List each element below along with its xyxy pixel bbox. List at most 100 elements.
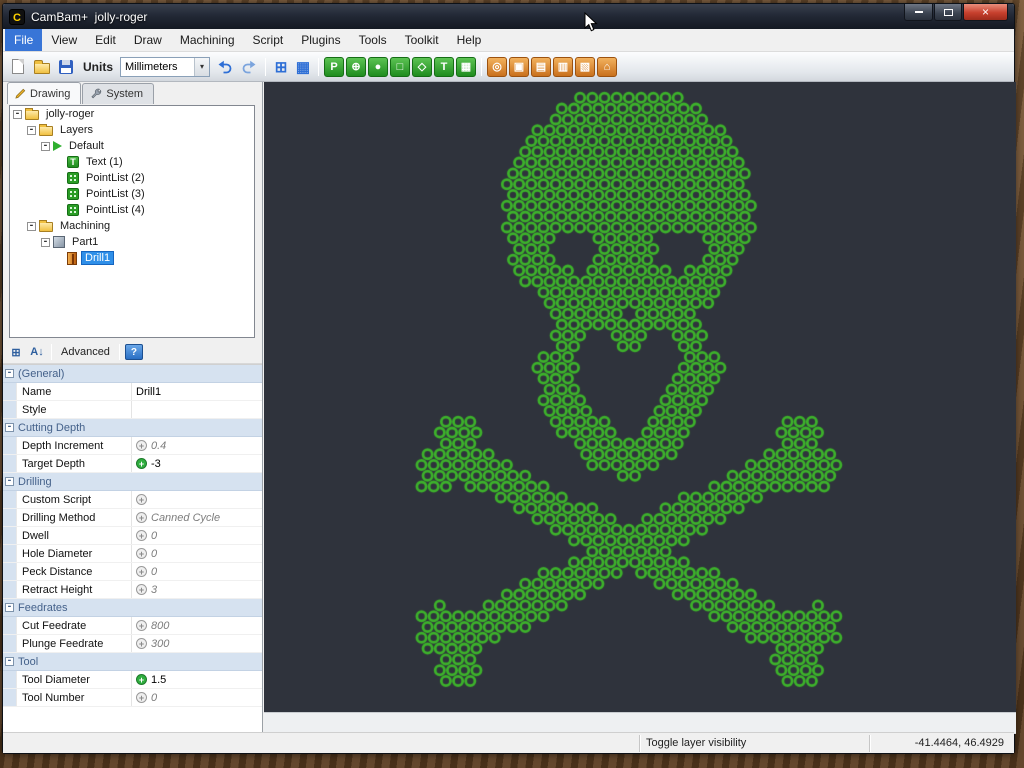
undo-button[interactable] xyxy=(214,56,236,78)
maximize-button[interactable] xyxy=(934,4,962,21)
menu-edit[interactable]: Edit xyxy=(86,29,125,51)
drawing-viewport[interactable] xyxy=(264,82,1016,712)
tree-item-machining[interactable]: -Machining xyxy=(10,218,254,234)
menu-draw[interactable]: Draw xyxy=(125,29,171,51)
new-file-button[interactable] xyxy=(7,56,29,78)
expand-collapse-icon[interactable]: - xyxy=(5,423,14,432)
property-value[interactable]: + xyxy=(132,494,262,505)
draw-surface-button[interactable]: ▦ xyxy=(456,57,476,77)
value-default-icon[interactable]: + xyxy=(136,548,147,559)
property-row-dwell[interactable]: Dwell+0 xyxy=(3,527,262,545)
property-row-plunge-feedrate[interactable]: Plunge Feedrate+300 xyxy=(3,635,262,653)
tree-item-default[interactable]: -Default xyxy=(10,138,254,154)
tree-item-pointlist-4-[interactable]: PointList (4) xyxy=(10,202,254,218)
property-category-cutting-depth[interactable]: -Cutting Depth xyxy=(3,419,262,437)
save-file-button[interactable] xyxy=(55,56,77,78)
open-file-button[interactable] xyxy=(31,56,53,78)
value-default-icon[interactable]: + xyxy=(136,494,147,505)
draw-polyline-button[interactable]: ◇ xyxy=(412,57,432,77)
property-value[interactable]: +0 xyxy=(132,548,262,560)
property-category-feedrates[interactable]: -Feedrates xyxy=(3,599,262,617)
draw-point-button[interactable]: ● xyxy=(368,57,388,77)
property-row-drilling-method[interactable]: Drilling Method+Canned Cycle xyxy=(3,509,262,527)
property-value[interactable]: +3 xyxy=(132,584,262,596)
tree-item-text-1-[interactable]: TText (1) xyxy=(10,154,254,170)
close-button[interactable]: × xyxy=(963,4,1008,21)
property-row-tool-diameter[interactable]: Tool Diameter+1.5 xyxy=(3,671,262,689)
expand-collapse-icon[interactable]: - xyxy=(13,110,22,119)
expand-collapse-icon[interactable]: - xyxy=(5,477,14,486)
tree-item-pointlist-2-[interactable]: PointList (2) xyxy=(10,170,254,186)
property-row-name[interactable]: NameDrill1 xyxy=(3,383,262,401)
mach-pocket-button[interactable]: ◎ xyxy=(487,57,507,77)
draw-rect-button[interactable]: □ xyxy=(390,57,410,77)
tree-item-drill1[interactable]: Drill1 xyxy=(10,250,254,266)
tree-item-layers[interactable]: -Layers xyxy=(10,122,254,138)
property-value[interactable]: +300 xyxy=(132,638,262,650)
property-value[interactable]: +0 xyxy=(132,566,262,578)
title-bar[interactable]: C CamBam+ jolly-roger × xyxy=(3,4,1014,29)
expand-collapse-icon[interactable]: - xyxy=(5,657,14,666)
menu-help[interactable]: Help xyxy=(448,29,491,51)
tree-item-jolly-roger[interactable]: -jolly-roger xyxy=(10,106,254,122)
snap-grid-button[interactable]: ▦ xyxy=(293,57,313,77)
property-value[interactable]: +0.4 xyxy=(132,440,262,452)
menu-tools[interactable]: Tools xyxy=(350,29,396,51)
property-value[interactable]: Drill1 xyxy=(132,386,262,398)
draw-text-button[interactable]: T xyxy=(434,57,454,77)
help-button[interactable]: ? xyxy=(125,344,143,360)
menu-view[interactable]: View xyxy=(42,29,86,51)
property-row-tool-number[interactable]: Tool Number+0 xyxy=(3,689,262,707)
value-default-icon[interactable]: + xyxy=(136,512,147,523)
value-default-icon[interactable]: + xyxy=(136,692,147,703)
units-dropdown[interactable]: Millimeters ▾ xyxy=(120,57,210,77)
value-default-icon[interactable]: + xyxy=(136,530,147,541)
property-value[interactable]: +Canned Cycle xyxy=(132,512,262,524)
property-row-depth-increment[interactable]: Depth Increment+0.4 xyxy=(3,437,262,455)
mach-drill-button[interactable]: ▥ xyxy=(553,57,573,77)
property-row-retract-height[interactable]: Retract Height+3 xyxy=(3,581,262,599)
expand-collapse-icon[interactable]: - xyxy=(41,238,50,247)
property-value[interactable]: +800 xyxy=(132,620,262,632)
mach-profile-button[interactable]: ▣ xyxy=(509,57,529,77)
property-value[interactable]: +-3 xyxy=(132,458,262,470)
expand-collapse-icon[interactable]: - xyxy=(5,603,14,612)
menu-script[interactable]: Script xyxy=(244,29,293,51)
view-grid-button[interactable]: ⊞ xyxy=(271,57,291,77)
property-value[interactable]: +1.5 xyxy=(132,674,262,686)
value-default-icon[interactable]: + xyxy=(136,584,147,595)
property-row-target-depth[interactable]: Target Depth+-3 xyxy=(3,455,262,473)
property-row-style[interactable]: Style xyxy=(3,401,262,419)
draw-pointlist-button[interactable]: P xyxy=(324,57,344,77)
tree-item-part1[interactable]: -Part1 xyxy=(10,234,254,250)
value-default-icon[interactable]: + xyxy=(136,638,147,649)
sort-categorized-button[interactable]: ⊞ xyxy=(7,343,25,361)
mach-part-button[interactable]: ⌂ xyxy=(597,57,617,77)
property-category-drilling[interactable]: -Drilling xyxy=(3,473,262,491)
mach-engrave-button[interactable]: ▤ xyxy=(531,57,551,77)
value-default-icon[interactable]: + xyxy=(136,440,147,451)
menu-file[interactable]: File xyxy=(5,29,42,51)
draw-circle-button[interactable]: ⊕ xyxy=(346,57,366,77)
property-row-hole-diameter[interactable]: Hole Diameter+0 xyxy=(3,545,262,563)
property-value[interactable]: +0 xyxy=(132,692,262,704)
menu-plugins[interactable]: Plugins xyxy=(292,29,349,51)
advanced-button[interactable]: Advanced xyxy=(57,343,114,361)
value-default-icon[interactable]: + xyxy=(136,620,147,631)
sort-alphabetical-button[interactable]: A↓ xyxy=(28,343,46,361)
property-value[interactable]: +0 xyxy=(132,530,262,542)
tab-system[interactable]: System xyxy=(82,83,154,104)
mach-script-button[interactable]: ▧ xyxy=(575,57,595,77)
property-row-custom-script[interactable]: Custom Script+ xyxy=(3,491,262,509)
property-category--general-[interactable]: -(General) xyxy=(3,365,262,383)
tab-drawing[interactable]: Drawing xyxy=(7,82,81,104)
value-default-icon[interactable]: + xyxy=(136,566,147,577)
menu-toolkit[interactable]: Toolkit xyxy=(396,29,448,51)
expand-collapse-icon[interactable]: - xyxy=(41,142,50,151)
value-set-icon[interactable]: + xyxy=(136,674,147,685)
property-row-peck-distance[interactable]: Peck Distance+0 xyxy=(3,563,262,581)
property-row-cut-feedrate[interactable]: Cut Feedrate+800 xyxy=(3,617,262,635)
value-set-icon[interactable]: + xyxy=(136,458,147,469)
menu-machining[interactable]: Machining xyxy=(171,29,244,51)
property-category-tool[interactable]: -Tool xyxy=(3,653,262,671)
